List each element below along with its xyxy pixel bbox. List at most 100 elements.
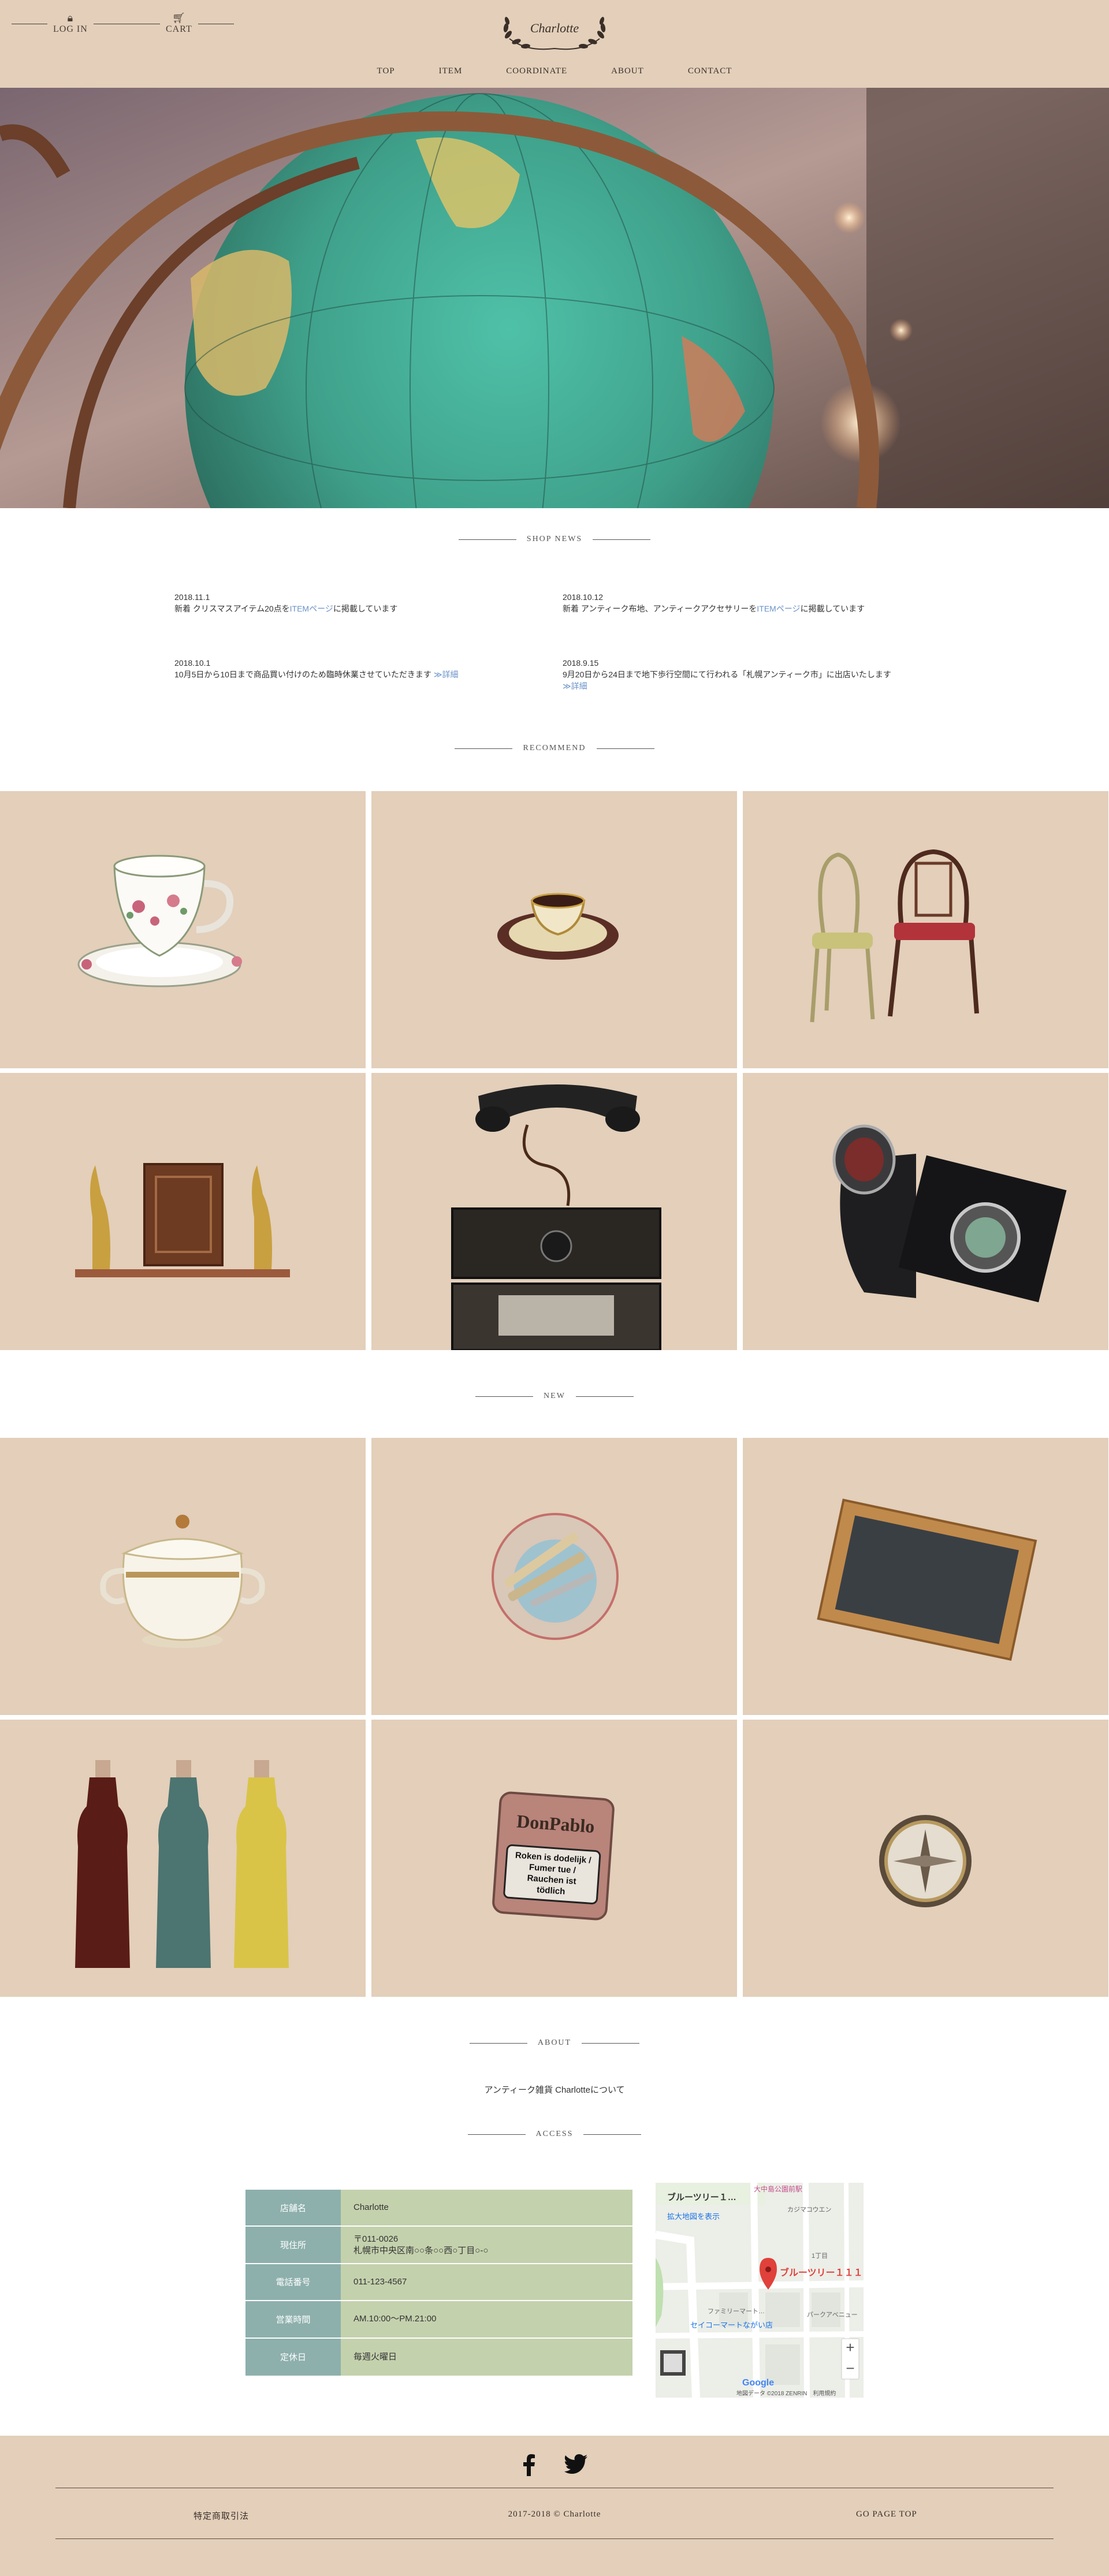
copyright-text: 2017-2018 © Charlotte: [508, 2510, 601, 2519]
logo[interactable]: Charlotte: [492, 7, 617, 53]
access-heading: ACCESS: [0, 2130, 1109, 2139]
row-value: 〒011-0026 札幌市中央区南○○条○○西○丁目○-○: [341, 2227, 632, 2263]
section-title: NEW: [544, 1392, 565, 1400]
logo-text: Charlotte: [530, 21, 579, 35]
news-item: 2018.10.1 10月5日から10日まで商品買い付けのため臨時休業させていた…: [174, 657, 504, 680]
chairs-image: [810, 849, 979, 1023]
teacup-image: [77, 855, 242, 987]
go-top-link[interactable]: GO PAGE TOP: [856, 2510, 917, 2519]
map-label: 1丁目: [812, 2253, 828, 2260]
map-title: ブルーツリー１…: [667, 2193, 736, 2202]
product-tile-teacup[interactable]: [0, 791, 366, 1068]
facebook-icon[interactable]: [522, 2454, 535, 2479]
shop-news-heading: SHOP NEWS: [0, 535, 1109, 544]
map-attribution: 地図データ ©2018 ZENRIN 利用規約: [736, 2391, 836, 2397]
map-label: ファミリーマート…: [708, 2308, 765, 2315]
news-link[interactable]: ITEMページ: [290, 604, 333, 613]
divider: [475, 1396, 534, 1397]
table-row: 現住所 〒011-0026 札幌市中央区南○○条○○西○丁目○-○: [245, 2227, 632, 2264]
shop-info-table: 店舗名 Charlotte 現住所 〒011-0026 札幌市中央区南○○条○○…: [245, 2190, 632, 2376]
product-tile-bottles[interactable]: [0, 1720, 366, 1997]
cart-label: CART: [166, 24, 192, 34]
news-text: に掲載しています: [333, 604, 398, 613]
cart-group: 🛒︎ CART: [124, 13, 234, 35]
product-tile-tobacco-tin[interactable]: DonPablo Roken is dodelijk / Fumer tue /…: [371, 1720, 737, 1997]
new-heading: NEW: [0, 1392, 1109, 1401]
about-heading: ABOUT: [0, 2038, 1109, 2048]
nav-contact[interactable]: CONTACT: [666, 66, 754, 76]
copyright: 2017-2018 © Charlotte: [0, 2510, 1109, 2519]
divider: [575, 1396, 634, 1397]
cutlery-plate-image: [492, 1513, 619, 1640]
map-pin-label: ブルーツリー１１１: [780, 2268, 863, 2278]
product-tile-sugar-bowl[interactable]: [0, 1438, 366, 1715]
row-value: Charlotte: [341, 2190, 632, 2226]
section-title: SHOP NEWS: [526, 535, 583, 543]
product-tile-chalkboard[interactable]: [743, 1438, 1108, 1715]
product-tile-camera[interactable]: [743, 1073, 1108, 1350]
row-label: 電話番号: [245, 2264, 341, 2301]
nav-coordinate[interactable]: COORDINATE: [484, 66, 589, 76]
row-value: 011-123-4567: [341, 2264, 632, 2301]
news-link[interactable]: ≫詳細: [434, 670, 459, 679]
news-text: 9月20日から24日まで地下歩行空間にて行われる「札幌アンティーク市」に出店いた…: [563, 670, 891, 679]
news-link[interactable]: ITEMページ: [757, 604, 800, 613]
divider: [469, 2042, 527, 2044]
tin-box: DonPablo Roken is dodelijk / Fumer tue /…: [491, 1791, 616, 1921]
row-label: 営業時間: [245, 2301, 341, 2338]
social-links: [0, 2454, 1109, 2479]
twitter-icon[interactable]: [564, 2454, 587, 2479]
main-nav: TOP ITEM COORDINATE ABOUT CONTACT: [0, 66, 1109, 76]
telephone-image: [451, 1084, 661, 1350]
news-item: 2018.11.1 新着 クリスマスアイテム20点をITEMページに掲載していま…: [174, 591, 504, 614]
site-header: 🔒︎ LOG IN 🛒︎ CART Charlotte TOP ITEM COO…: [0, 0, 1109, 88]
site-footer: 特定商取引法 2017-2018 © Charlotte GO PAGE TOP: [0, 2436, 1109, 2576]
google-map[interactable]: ブルーツリー１… 大中島公園前駅 拡大地図を表示 カジマコウエン 1丁目 ブルー…: [656, 2183, 864, 2398]
compass-image: [879, 1815, 972, 1907]
divider: [582, 2042, 640, 2044]
enlarge-map-link[interactable]: 拡大地図を表示: [667, 2210, 720, 2221]
news-link[interactable]: ≫詳細: [563, 681, 587, 691]
row-label: 現住所: [245, 2227, 341, 2263]
product-tile-chairs[interactable]: [743, 791, 1108, 1068]
news-text: 新着 アンティーク布地、アンティークアクセサリーを: [563, 604, 757, 613]
table-row: 定休日 毎週火曜日: [245, 2338, 632, 2376]
nav-about[interactable]: ABOUT: [589, 66, 666, 76]
divider: [458, 539, 516, 540]
google-logo: Google: [742, 2378, 775, 2388]
recommend-heading: RECOMMEND: [0, 744, 1109, 753]
nav-item[interactable]: ITEM: [417, 66, 485, 76]
zoom-out-button[interactable]: −: [842, 2359, 859, 2377]
row-value: 毎週火曜日: [341, 2338, 632, 2376]
product-tile-shelf[interactable]: [0, 1073, 366, 1350]
lock-icon: 🔒︎: [67, 12, 74, 24]
camera-image: [832, 1124, 1067, 1303]
cart-link[interactable]: 🛒︎ CART: [166, 13, 192, 35]
login-link[interactable]: 🔒︎ LOG IN: [53, 13, 88, 35]
section-title: RECOMMEND: [523, 744, 586, 752]
product-tile-tea-set[interactable]: [371, 791, 737, 1068]
divider: [583, 2134, 642, 2135]
product-tile-cutlery-plate[interactable]: [371, 1438, 737, 1715]
product-tile-compass[interactable]: [743, 1720, 1108, 1997]
news-date: 2018.10.12: [563, 592, 604, 602]
map-label: カジマコウエン: [787, 2206, 832, 2213]
about-link[interactable]: アンティーク雑貨 Charlotteについて: [0, 2083, 1109, 2096]
row-label: 店舗名: [245, 2190, 341, 2226]
table-row: 電話番号 011-123-4567: [245, 2264, 632, 2302]
shelf-image: [75, 1163, 290, 1277]
divider: [455, 748, 513, 749]
divider: [593, 539, 651, 540]
globe-photo: [0, 88, 1109, 508]
nav-top[interactable]: TOP: [355, 66, 417, 76]
map-label: 大中島公園前駅: [754, 2185, 803, 2193]
section-title: ABOUT: [537, 2038, 572, 2047]
tea-set-image: [497, 893, 619, 960]
product-tile-telephone[interactable]: [371, 1073, 737, 1350]
row-label: 定休日: [245, 2338, 341, 2376]
legal-link[interactable]: 特定商取引法: [193, 2510, 249, 2522]
login-label: LOG IN: [53, 24, 88, 34]
zoom-in-button[interactable]: +: [842, 2339, 859, 2357]
news-item: 2018.10.12 新着 アンティーク布地、アンティークアクセサリーをITEM…: [563, 591, 892, 614]
news-text: 新着 クリスマスアイテム20点を: [174, 604, 290, 613]
